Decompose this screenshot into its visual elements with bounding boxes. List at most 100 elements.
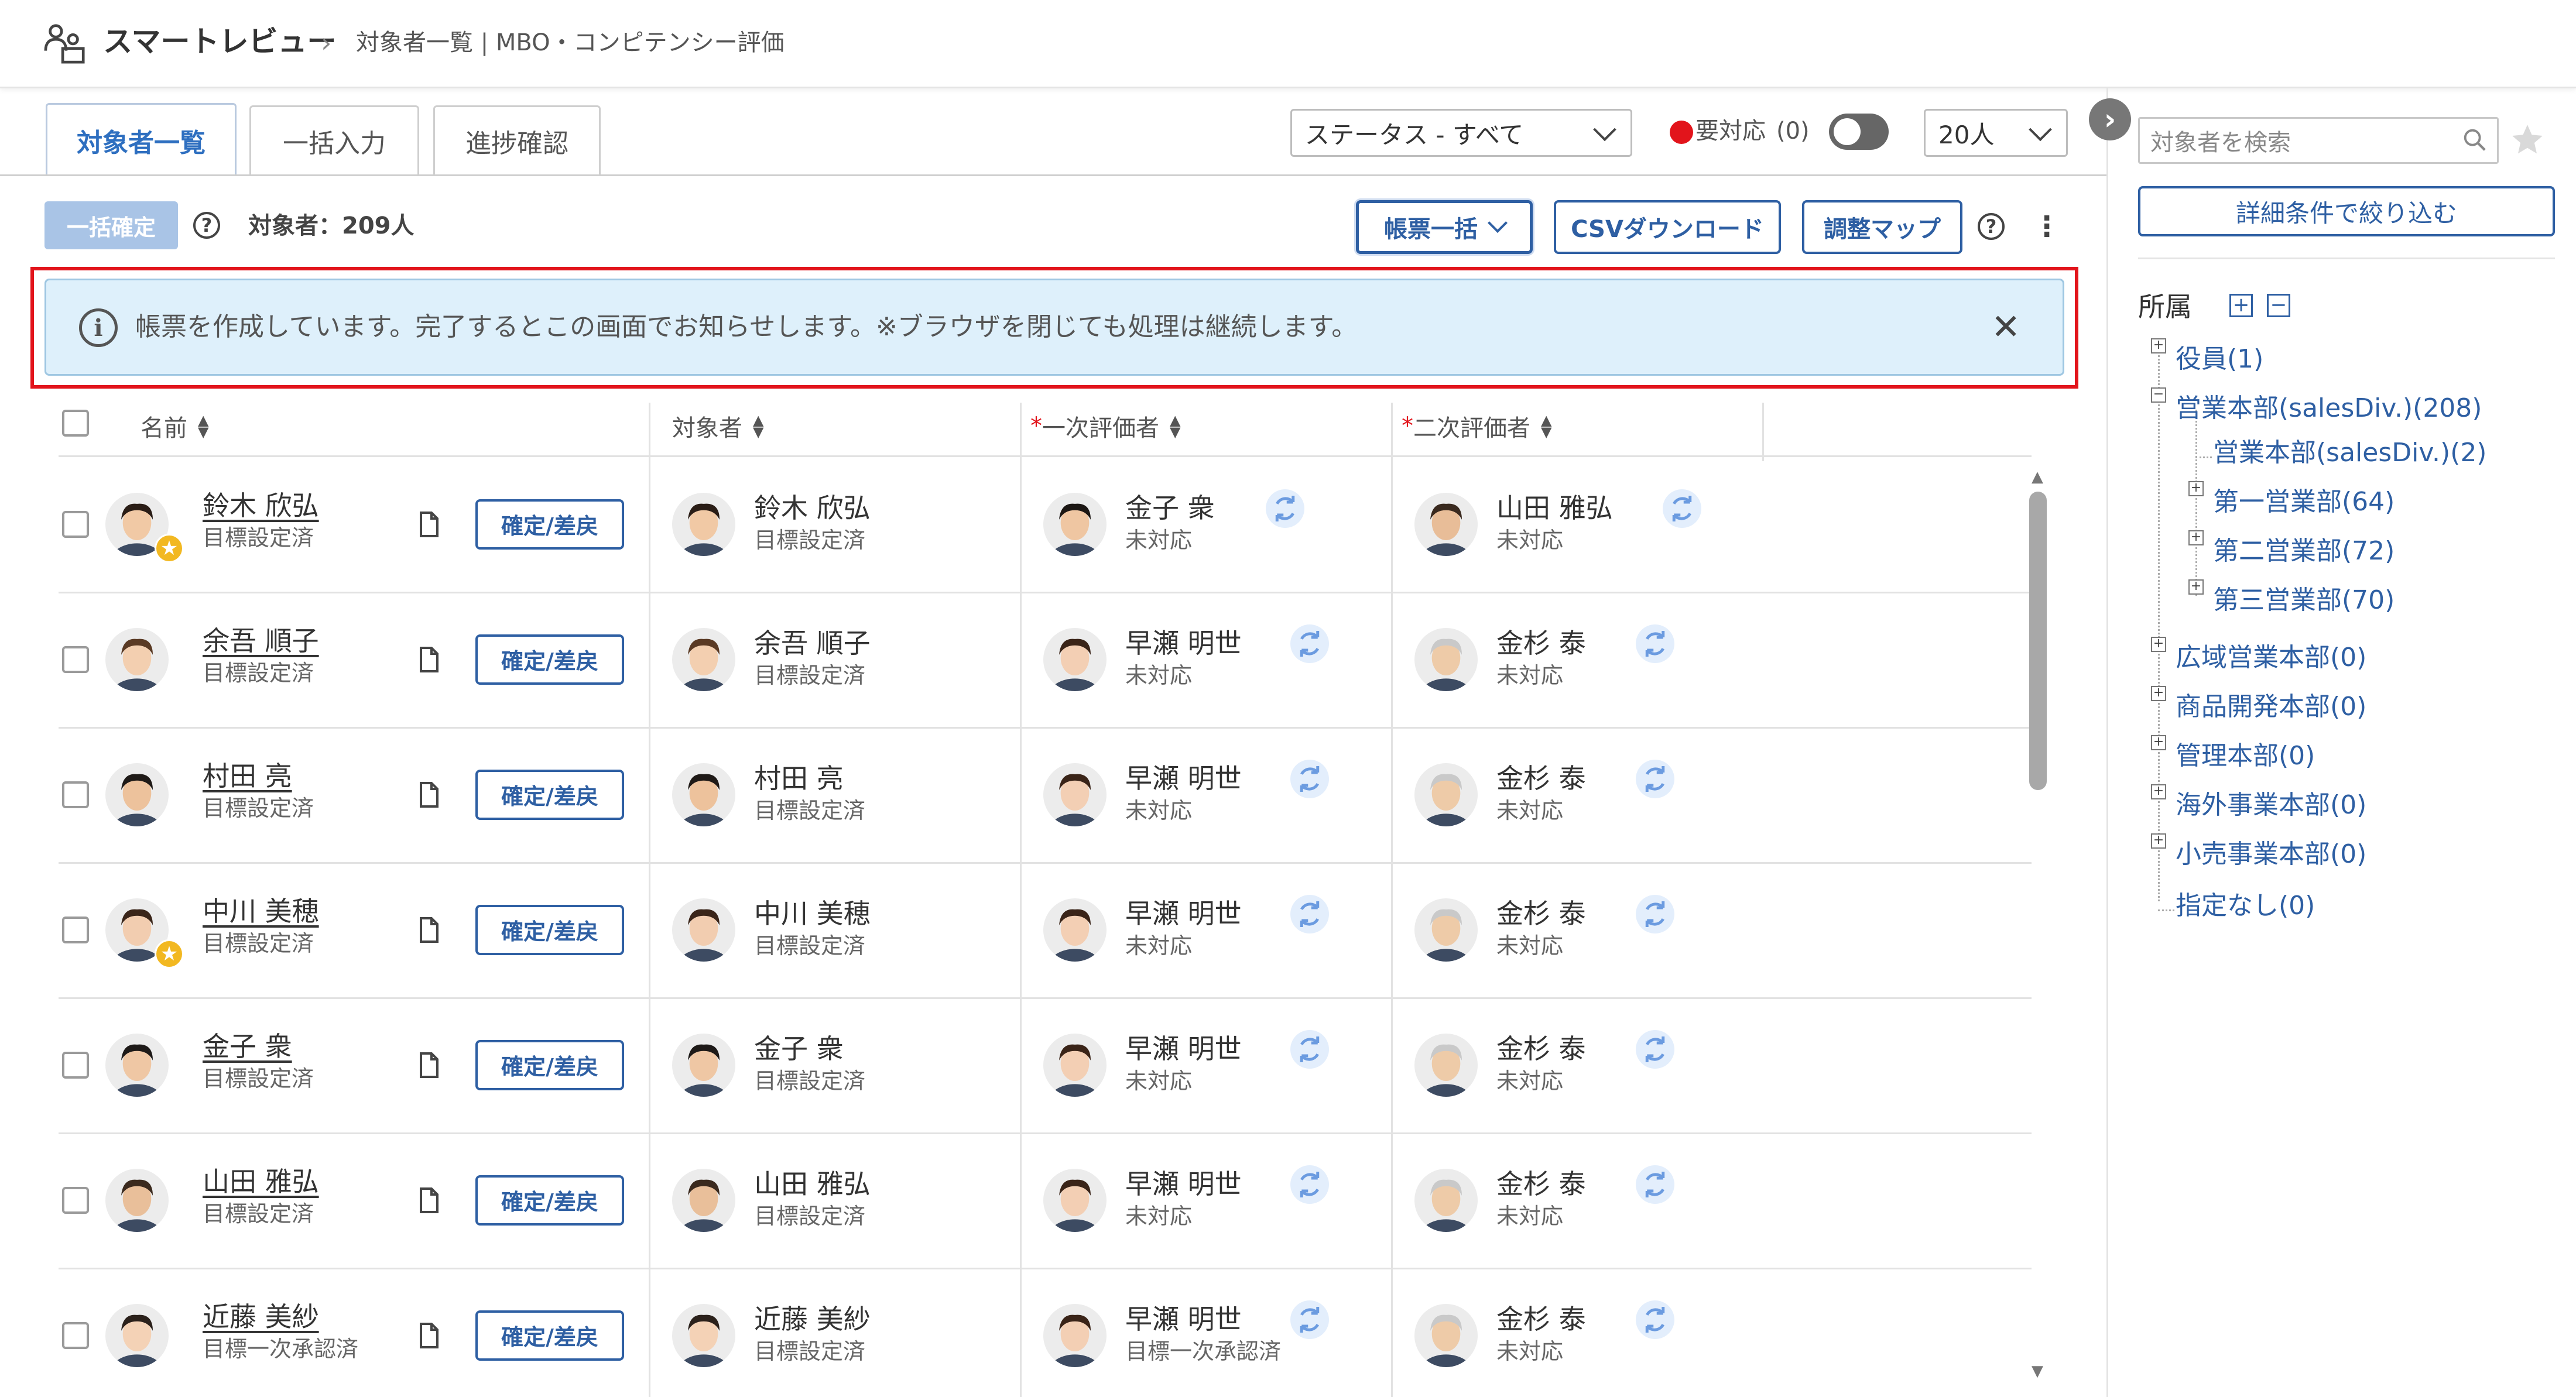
row-checkbox[interactable]	[62, 916, 89, 943]
confirm-return-button[interactable]: 確定/差戻	[475, 904, 624, 955]
row-checkbox[interactable]	[62, 781, 89, 808]
more-menu-icon[interactable]: ⋮	[2033, 206, 2061, 247]
tree-toggle-icon[interactable]: +	[2188, 481, 2204, 496]
confirm-return-button[interactable]: 確定/差戻	[475, 1175, 624, 1226]
confirm-return-button[interactable]: 確定/差戻	[475, 1039, 624, 1090]
swap-evaluator-icon[interactable]	[1636, 1165, 1674, 1204]
swap-evaluator-icon[interactable]	[1636, 1300, 1674, 1339]
document-icon[interactable]	[417, 510, 441, 538]
row-checkbox[interactable]	[62, 1051, 89, 1079]
advanced-filter-button[interactable]: 詳細条件で絞り込む	[2138, 186, 2555, 236]
tree-toggle-icon[interactable]: −	[2151, 387, 2166, 403]
swap-evaluator-icon[interactable]	[1663, 489, 1701, 528]
tree-item-department[interactable]: 管理本部(0)	[2176, 739, 2315, 774]
sort-icon[interactable]: ▲ ▼	[198, 413, 208, 439]
column-header-second-evaluator[interactable]: * 二次評価者 ▲ ▼	[1402, 397, 1551, 455]
tree-toggle-icon[interactable]: +	[2188, 579, 2204, 595]
row-checkbox[interactable]	[62, 510, 89, 538]
status-select[interactable]: ステータス - すべて	[1290, 109, 1632, 157]
column-header-subject[interactable]: 対象者 ▲ ▼	[672, 397, 763, 455]
document-icon[interactable]	[417, 1186, 441, 1214]
swap-evaluator-icon[interactable]	[1290, 1029, 1329, 1069]
swap-evaluator-icon[interactable]	[1290, 894, 1329, 933]
scrollbar-thumb[interactable]	[2029, 492, 2047, 790]
tree-toggle-icon[interactable]: +	[2151, 637, 2166, 652]
employee-name-link[interactable]: 中川 美穂	[203, 894, 319, 929]
employee-name-link[interactable]: 金子 衆	[203, 1029, 292, 1064]
collapse-all-icon[interactable]: −	[2267, 294, 2290, 317]
employee-name-link[interactable]: 余吾 順子	[203, 623, 319, 658]
select-all-checkbox[interactable]	[62, 410, 89, 437]
column-header-name[interactable]: 名前 ▲ ▼	[141, 397, 208, 455]
tab-subject-list[interactable]: 対象者一覧	[46, 103, 237, 176]
swap-evaluator-icon[interactable]	[1290, 624, 1329, 663]
tab-bulk-input[interactable]: 一括入力	[249, 105, 419, 174]
expand-all-icon[interactable]: +	[2229, 294, 2253, 317]
sort-icon[interactable]: ▲ ▼	[753, 413, 763, 439]
sort-icon[interactable]: ▲ ▼	[1170, 413, 1180, 439]
tab-progress[interactable]: 進捗確認	[433, 105, 601, 174]
row-checkbox[interactable]	[62, 1186, 89, 1214]
tree-toggle-icon[interactable]: +	[2188, 530, 2204, 545]
swap-evaluator-icon[interactable]	[1290, 759, 1329, 798]
document-icon[interactable]	[417, 916, 441, 944]
tree-item-department[interactable]: 海外事業本部(0)	[2176, 788, 2366, 823]
sort-icon[interactable]: ▲ ▼	[1541, 413, 1551, 439]
page-size-select[interactable]: 20人	[1924, 109, 2068, 157]
confirm-return-button[interactable]: 確定/差戻	[475, 769, 624, 820]
swap-evaluator-icon[interactable]	[1636, 894, 1674, 933]
document-icon[interactable]	[417, 781, 441, 809]
column-header-first-evaluator[interactable]: * 一次評価者 ▲ ▼	[1030, 397, 1180, 455]
tree-item-department[interactable]: 第一営業部(64)	[2213, 485, 2395, 520]
scroll-down-icon[interactable]: ▼	[2032, 1362, 2043, 1380]
tree-toggle-icon[interactable]: +	[2151, 784, 2166, 799]
tree-item-department[interactable]: 役員(1)	[2176, 342, 2263, 377]
employee-name-link[interactable]: 鈴木 欣弘	[203, 488, 319, 523]
close-icon[interactable]: ✕	[1991, 306, 2020, 348]
help-icon[interactable]: ?	[193, 212, 220, 239]
csv-download-button[interactable]: CSVダウンロード	[1554, 200, 1781, 254]
tree-item-department[interactable]: 営業本部(salesDiv.)(2)	[2213, 435, 2486, 471]
tree-item-department[interactable]: 小売事業本部(0)	[2176, 837, 2366, 872]
star-favorite-icon[interactable]	[2509, 122, 2546, 158]
tree-toggle-icon[interactable]: +	[2151, 686, 2166, 701]
scroll-up-icon[interactable]: ▲	[2032, 468, 2043, 486]
document-icon[interactable]	[417, 646, 441, 674]
adjust-map-button[interactable]: 調整マップ	[1802, 200, 1962, 254]
tree-item-department[interactable]: 第三営業部(70)	[2213, 583, 2395, 618]
employee-name-link[interactable]: 近藤 美紗	[203, 1299, 319, 1334]
document-icon[interactable]	[417, 1051, 441, 1079]
swap-evaluator-icon[interactable]	[1290, 1300, 1329, 1339]
swap-evaluator-icon[interactable]	[1636, 624, 1674, 663]
panel-collapse-button[interactable]: ›	[2089, 98, 2131, 140]
swap-evaluator-icon[interactable]	[1636, 759, 1674, 798]
tree-item-department[interactable]: 営業本部(salesDiv.)(208)	[2176, 391, 2482, 426]
confirm-return-button[interactable]: 確定/差戻	[475, 499, 624, 550]
row-checkbox[interactable]	[62, 1322, 89, 1349]
app-title[interactable]: スマートレビュー	[103, 21, 337, 62]
swap-evaluator-icon[interactable]	[1636, 1029, 1674, 1069]
tree-item-department[interactable]: 広域営業本部(0)	[2176, 640, 2366, 675]
employee-name-link[interactable]: 村田 亮	[203, 758, 292, 794]
tree-toggle-icon[interactable]: +	[2151, 735, 2166, 750]
document-icon[interactable]	[417, 1322, 441, 1350]
tree-item-department[interactable]: 商品開発本部(0)	[2176, 689, 2366, 725]
swap-evaluator-icon[interactable]	[1266, 489, 1304, 528]
tree-toggle-icon[interactable]: +	[2151, 833, 2166, 849]
subject-search-input[interactable]: 対象者を検索	[2138, 117, 2499, 164]
action-required-toggle[interactable]	[1829, 114, 1889, 150]
bulk-confirm-button[interactable]: 一括確定	[44, 201, 178, 249]
tree-item-department[interactable]: 第二営業部(72)	[2213, 534, 2395, 569]
confirm-return-button[interactable]: 確定/差戻	[475, 634, 624, 685]
tree-toggle-icon[interactable]: +	[2151, 338, 2166, 353]
row-checkbox[interactable]	[62, 646, 89, 673]
confirm-return-button[interactable]: 確定/差戻	[475, 1310, 624, 1361]
tree-item-department[interactable]: 指定なし(0)	[2176, 888, 2315, 924]
search-icon[interactable]	[2461, 126, 2488, 153]
help-icon[interactable]: ?	[1978, 213, 2005, 240]
employee-status: 目標設定済	[203, 795, 314, 821]
report-bulk-button[interactable]: 帳票一括	[1356, 200, 1533, 254]
swap-evaluator-icon[interactable]	[1290, 1165, 1329, 1204]
employee-name-link[interactable]: 山田 雅弘	[203, 1164, 319, 1199]
action-required-label: 要対応	[1695, 118, 1766, 145]
